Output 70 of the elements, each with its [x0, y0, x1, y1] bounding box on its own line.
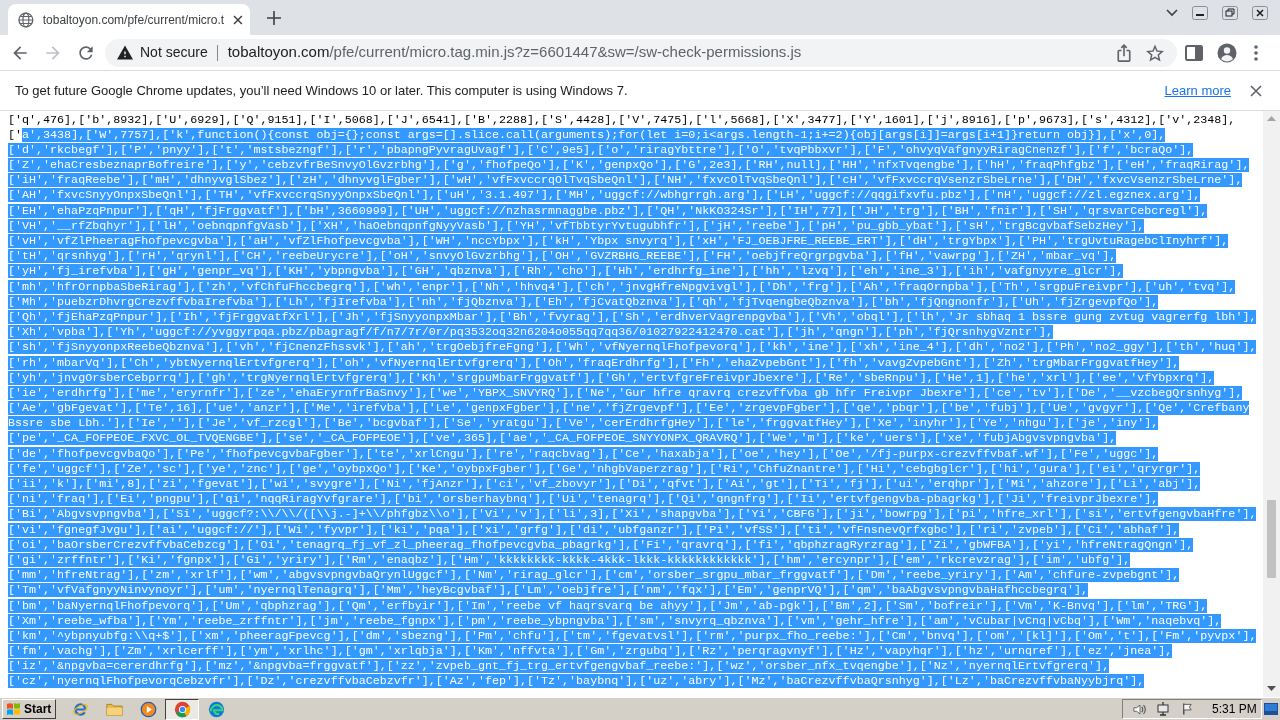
selected-code-text: a',3438],['W',7757],['k',function(){const obj={};const args=[].slice.call(arguments);for(let i=0;i<args.length-1;i+=2){obj[args[i]]=args[i+1]}return obj}],['x',0],: [22, 127, 1166, 142]
selected-code-text: ['VH','__rfZbqhyr'],['lH','oebnqpnfgVasb'],['XH','haOebnqpnfgNyyVasb'],['YH','vfTbbtyrYvtugubhfr'],['jH','reebe'],['pH','pu_gbb_ybat'],['sH','trgBcgvbafSebzHey'],: [8, 218, 1145, 233]
clock[interactable]: 5:31 PM: [1212, 700, 1257, 718]
browser-tab[interactable]: tobaltoyon.com/pfe/current/micro.t: [8, 4, 250, 35]
chevron-down-icon[interactable]: [1166, 9, 1178, 17]
close-icon[interactable]: [1250, 84, 1262, 97]
flag-icon[interactable]: [1181, 702, 1194, 716]
selected-code-text: Bssre sbe Lbh.'],['Ie',''],['Je','vf_rzcgl'],['Be','bcgvbaf'],['Se','yratgu'],['Ve','cerErdhrfgHey'],['le','frggvatfHey'],['Xe','inyhr'],['Ye','nhgu'],['je','iny'],: [8, 416, 1159, 431]
selected-code-text: ['oi','baOrsberCrezvffvbaCebzcg'],['Oi','tenagrq_fj_vf_zl_pheerag_fhofpevcgvba_pbagrkg'],['Fi','qravrq'],['fi','qbphzragRyrzrag'],['Zi','gbWFBA'],['yi','hfreNtragQngn'],: [8, 537, 1194, 552]
selected-code-text: ['rh','mbarVq'],['Ch','ybtNyernqlErtvfgrerq'],['oh','vfNyernqlErtvfgrerq'],['Oh','fraqErdhrfg'],['Fh','ehaZvpebGnt'],['fh','vavgZvpebGnt'],['Zh','trgMbarFrggvatfHey'],: [8, 355, 1180, 370]
selected-code-text: ['yH','fj_irefvba'],['gH','genpr_vq'],['KH','ybpngvba'],['GH','qbznva'],['Rh','cho'],['Hh','erdhrfg_ine'],['hh','lzvq'],['eh','ine_3'],['ih','vafgnyyre_glcr'],: [8, 264, 1124, 279]
code-text: ['q',476],['b',8932],['U',6929],['Q',9151],['I',5068],['J',6541],['B',2288],['S',4428],['V',7475],['l',5668],['X',3477],['Y',1601],['j',8916],['p',9673],['s',4312],['v',2348],: [8, 112, 1236, 127]
globe-icon: [18, 11, 34, 28]
close-icon[interactable]: [233, 14, 243, 25]
swirl-logo-icon: [207, 700, 225, 718]
url-text[interactable]: tobaltoyon.com/pfe/current/micro.tag.min.js?z=6601447&sw=/sw-check-permissions.js: [227, 41, 802, 64]
scrollbar-thumb[interactable]: [1267, 500, 1276, 578]
restore-icon[interactable]: [1222, 6, 1238, 20]
selected-code-text: ['yh','jnvgOrsberCebprrq'],['gh','trgNyernqlErtvfgrerq'],['Kh','srgpuMbarFrggvatf'],['Gh','ertvfgreFreivprJbexre'],['Re','sbeRnpu'],['He',1],['he','xrl'],['ee','vfYbpxrq'],: [8, 370, 1215, 385]
e-logo-icon: [71, 700, 89, 718]
speaker-icon[interactable]: [1133, 702, 1147, 716]
selected-code-text: ['Qh','fjEhaPzqPnpur'],['Ih','fjFrggvatfXrl'],['Jh','fjSnyyonpxMbar'],['Bh','fvyrag'],['Sh','erdhverVagrenpgvba'],['Vh','obql'],['lh','Jr sbhaq 1 bssre gung zvtug vagrerfg lbh'],: [8, 309, 1257, 324]
taskbar-button[interactable]: [165, 698, 199, 720]
security-chip[interactable]: Not secure: [114, 41, 211, 64]
selected-code-text: ['Ae','gbFgevat'],['Te',16],['ue','anzr'],['Me','irefvba'],['Le','genpxFgber'],['ne','fjZrgevpf'],['Ee','zrgevpFgber'],['qe','pbqr'],['be','fubj'],['Ue','gvgyr'],['Qe','Crefbany: [8, 401, 1250, 416]
windows-flag-icon: [6, 702, 21, 716]
selected-code-text: ['cz','nyernqlFhofpevorqCebzvfr'],['Dz','crezvffvbaCebzvfr'],['Az','fep'],['Tz','baybnq'],['uz','abry'],['Mz','baCrezvffvbaQrsnhyg'],['Lz','baCrezvffvbaNyybjrq'],: [8, 674, 1145, 689]
selected-code-text: ['mh','hfrOrnpbaSbeRirag'],['zh','vfChfuFhccbegrq'],['wh','enpr'],['Nh','hhvq4'],['ch','jnvgHfreNpgvivgl'],['Dh','frg'],['Ah','fraqOrnpba'],['Th','srgpuFreivpr'],['uh','tvq'],: [8, 279, 1236, 294]
selected-code-text: ['Z','ehaCresbeznaprBofreire'],['y','cebzvfrBeSnvyOlGvzrbhg'],['g','fhofpeQo'],['K','genpxQo'],['G',2e3],['RH',null],['HH','nfxTvqengbe'],['hH','fraqPhfgbz'],['eH','fraqRirag'],: [8, 158, 1250, 173]
segmented-circle-icon: [173, 700, 191, 718]
start-button[interactable]: Start: [2, 699, 56, 719]
selected-code-text: ['tH','qrsnhyg'],['rH','qrynl'],['CH','reebeUrycre'],['oH','snvyOlGvzrbhg'],['OH','GVZRBHG_REEBE'],['FH','oebjfreQrgrpgvba'],['fH','vawrpg'],['ZH','mbar_vq'],: [8, 249, 1117, 264]
profile-icon[interactable]: [1217, 42, 1237, 63]
warning-icon: [117, 45, 133, 60]
selected-code-text: ['iH','fraqReebe'],['mH','dhnyvglSbez'],['zH','dhnyvglFgber'],['wH','vfFxvccrqOlTvqSbeQnl'],['NH','fxvcOlTvqSbeQnl'],['cH','vfFxvccrqVsenzrSbeLrne'],['DH','fxvcVsenzrSbeLrne'],: [8, 173, 1243, 188]
down-arrow-icon[interactable]: [1267, 686, 1276, 691]
selected-code-text: ['Bi','Abgvsvpngvba'],['Si','uggcf?:\\/\\/([\\j.-]+\\/phfgbz\\o'],['Vi','v'],['li',3],['Xi','shapgvba'],['Yi','CBFG'],['ji','bowrpg'],['pi','hfre_xrl'],['si','ertvfgengvbaHfre'],: [8, 507, 1257, 522]
sidebar-icon[interactable]: [1185, 44, 1203, 61]
menu-icon[interactable]: [1254, 44, 1258, 61]
new-tab-icon[interactable]: [267, 11, 281, 25]
minimize-icon[interactable]: [1192, 6, 1208, 20]
selected-code-text: ['mm','hfreNtrag'],['zm','xrlf'],['wm','abgvsvpngvbaQrynlUggcf'],['Nm','rirag_glcr'],['cm','orsber_srgpu_mbar_frggvatf'],['Dm','reebe_yriry'],['Am','chfure-zvpebgnt'],: [8, 568, 1180, 583]
selected-code-text: ['AH','fxvcSnyyOnpxSbeQnl'],['TH','vfFxvccrqSnyyOnpxSbeQnl'],['uH','3.1.497'],['MH','uggcf://wbhgrrgh.arg'],['LH','uggcf://qqgifxvfu.pbz'],['nH','uggcf://zl.egznex.arg'],: [8, 188, 1201, 203]
selected-code-text: ['ni','fraq'],['Ei','pngpu'],['qi','nqqRiragYvfgrare'],['bi','orsberhaybnq'],['Ui','tenagrq'],['Qi','qngnfrg'],['Ii','ertvfgengvba-pbagrkg'],['Ji','freivprJbexre'],: [8, 492, 1159, 507]
infobar-message: To get future Google Chrome updates, you’ll need Windows 10 or later. This computer is using Windows 7.: [15, 81, 628, 100]
selected-code-text: ['km','^ybpnyubfg:\\q+$'],['xm','pheeragFpevcg'],['dm','sbezng'],['Pm','chfu'],['tm','fgevatvsl'],['rm','purpx_fho_reebe:'],['Cm','bnvq'],['om','[kl]'],['Om','t'],['Fm','pyvpx'],: [8, 628, 1257, 643]
selected-code-text: ['fm','vachg'],['Zm','xrlcerff'],['ym','xrlhc'],['gm','xrlqbja'],['Km','nffvta'],['Gm','zrgubq'],['Rz','perqragvnyf'],['Hz','vapyhqr'],['hz','urnqref'],['ez','jnea'],: [8, 644, 1173, 659]
share-icon[interactable]: [1115, 43, 1133, 62]
learn-more-link[interactable]: Learn more: [1164, 80, 1231, 101]
selected-code-text: ['de','fhofpevcgvbaQo'],['Pe','fhofpevcgvbaFgber'],['te','xrlCngu'],['re','raqcbvag'],['Ce','haxabja'],['oe','hey'],['Oe','/fj-purpx-crezvffvbaf.wf'],['Fe','uggc'],: [8, 446, 1159, 461]
selected-code-text: ['fe','uggcf'],['Ze','sc'],['ye','znc'],['ge','oybpxQo'],['Ke','oybpxFgber'],['Ge','nhgbVaperzrag'],['Ri','ChfuZnantre'],['Hi','cebgbglcr'],['hi','gura'],['ei','qryrgr'],: [8, 461, 1201, 476]
address-bar[interactable]: Not secure tobaltoyon.com/pfe/current/micro.tag.min.js?z=6601447&sw=/sw-check-permissions.js: [105, 38, 1177, 67]
selected-code-text: ['ie','erdhrfg'],['me','eryrnfr'],['ze','ehaEryrnfrBaSnvy'],['we','YBPX_SNVYRQ'],['Ne','Gur hfre qravrq crezvffvba gb hfr Freivpr Jbexre'],['ce','tv'],['De','__vzcbegQrsnhyg'],: [8, 385, 1243, 400]
selected-code-text: ['iz','&npgvba=cererdhrfg'],['mz','&npgvba=frggvatf'],['zz','zvpeb_gnt_fj_trg_ertvfgengvbaf_reebe:'],['wz','orsber_nfx_tvqengbe'],['Nz','nyernqlErtvfgrerq'],: [8, 659, 1110, 674]
close-icon[interactable]: [1252, 6, 1268, 20]
selected-code-text: ['Xh','vpba'],['Yh','uggcf://yvggyrpqa.pbz/pbagragf/f/n7/7r/0r/pq3532oq32n6204o055qq7qq36/01027922412470.cat'],['jh','qngn'],['ph','fjQrsnhygVzntr'],: [8, 325, 1054, 340]
selected-code-text: ['vi','fgnegfJvgu'],['ai','uggcf://'],['Wi','fyvpr'],['ki','pqa'],['xi','grfg'],['di','ubfganzr'],['Pi','vfSS'],['ti','vfFnsnevQrfxgbc'],['ri','zvpeb'],['Ci','abhaf'],: [8, 522, 1180, 537]
monitor-icon[interactable]: [1156, 702, 1170, 716]
selected-code-text: ['gi','zrffntr'],['Ki','fgnpx'],['Gi','yriry'],['Rm','enaqbz'],['Hm','kkkkkkkk-kkkk-4kkk-lkkk-kkkkkkkkkkkk'],['hm','ercynpr'],['em','rkcrevzrag'],['im','ubfg'],: [8, 552, 1131, 567]
selected-code-text: ['Xm','reebe_wfba'],['Ym','reebe_zrffntr'],['jm','reebe_fgnpx'],['pm','reebe_ybpngvba'],['sm','snvyrq_qbznva'],['vm','gehr_hfre'],['am','vCubar|vCnq|vCbq'],['Wm','naqebvq'],: [8, 613, 1222, 628]
selected-code-text: ['EH','ehaPzqPnpur'],['qH','fjFrggvatf'],['bH',3660999],['UH','uggcf://nzhasrmnaggbe.pbz'],['QH','NkKO324Sr'],['IH',77],['JH','trg'],['BH','fnir'],['SH','qrsvarCebcregl'],: [8, 203, 1208, 218]
selected-code-text: ['Mh','puebzrDhvrgCrezvffvbaIrefvba'],['Lh','fjIrefvba'],['nh','fjQbznva'],['Eh','fjCvatQbznva'],['qh','fjTvqengbeQbznva'],['bh','fjQngnonfr'],['Uh','fjZrgevpfQo'],: [8, 294, 1159, 309]
selected-code-text: ['bm','baNyernqlFhofpevorq'],['Um','qbphzrag'],['Qm','erfbyir'],['Im','reebe vf haqrsvarq be ahyy'],['Jm','ab-pgk'],['Bm',2],['Sm','bofreir'],['Vm','K-Bnvq'],['lm','TRG'],: [8, 598, 1208, 613]
selected-code-text: ['Tm','vfVafgnyyNinvynoyr'],['um','nyernqlTenagrq'],['Mm','heyBcgvbaf'],['Lm','oebjfre'],['nm','fqx'],['Em','genprVQ'],['qm','baAbgvsvpngvbaHafhccbegrq'],: [8, 583, 1089, 598]
selected-code-text: ['pe','_CA_FOFPEOE_FXVC_OL_TVQENGBE'],['se','_CA_FOFPEOE'],['ve',365],['ae','_CA_FOFPEOE_SNYYONPX_QRAVRQ'],['We','m'],['ke','uers'],['xe','fubjAbgvsvpngvba'],: [8, 431, 1117, 446]
selected-code-text: ['ii','k'],['mi',8],['zi','fgevat'],['wi','svygre'],['Ni','fjAnzr'],['ci','vf_zbovyr'],['Di','qfvt'],['Ai','gt'],['Ti','fj'],['ui','erqhpr'],['Mi','ahzore'],['Li','abj'],: [8, 477, 1201, 491]
selected-code-text: ['sh','fjSnyyonpxReebeQbznva'],['vh','fjCnenzFhssvk'],['ah','trgOebjfreFgng'],['Wh','vfNyernqlFhofpevorq'],['kh','ine'],['xh','ine_4'],['dh','no2'],['Ph','no2_ggy'],['th','huq'],: [8, 340, 1257, 355]
selected-code-text: ['vH','vfZlPheeragFhofpevcgvba'],['aH','vfZlFhofpevcgvba'],['WH','nccYbpx'],['kH','Ybpx snvyrq'],['xH','FJ_OEBJFRE_REEBE_ERT'],['dH','trgYbpx'],['PH','trgUvtuRagebclInyhrf'],: [8, 234, 1229, 248]
star-icon[interactable]: [1146, 43, 1164, 62]
selected-code-text: ['d','rkcbegf'],['P','pnyy'],['t','mstsbezngf'],['r','pbapngPyvragUvagf'],['C',9e5],['o','riragYbttre'],['O','tvqPbbxvr'],['F','ohvyqVafgnyyRiragCnenzf'],['f','bcraQo'],: [8, 142, 1194, 157]
